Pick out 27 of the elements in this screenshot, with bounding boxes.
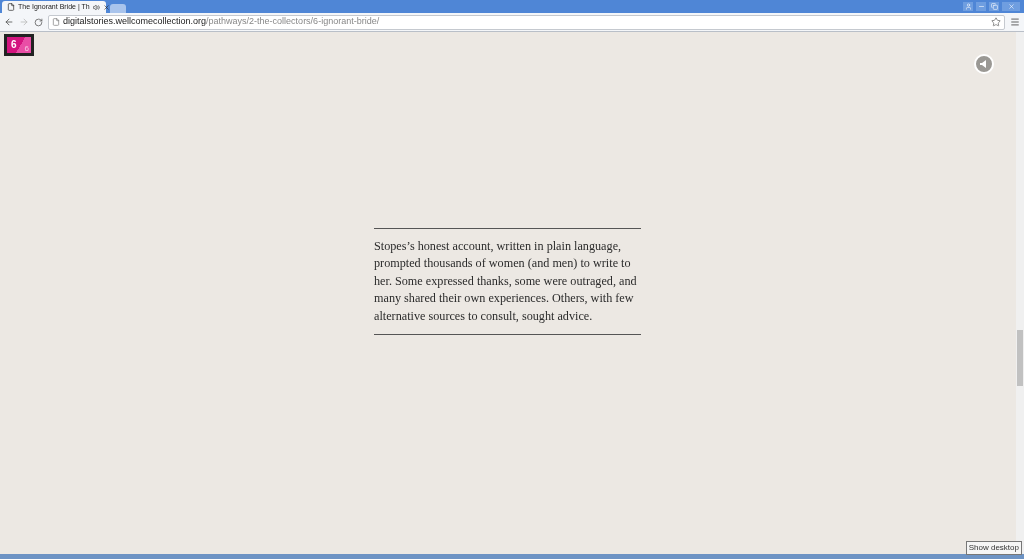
minimize-button[interactable] — [976, 2, 986, 11]
current-page-number: 6 — [10, 38, 17, 52]
close-icon[interactable] — [102, 3, 110, 11]
audio-button[interactable] — [974, 54, 994, 74]
close-window-button[interactable] — [1002, 2, 1020, 11]
restore-icon — [990, 3, 998, 10]
person-icon — [964, 3, 972, 10]
restore-button[interactable] — [989, 2, 999, 11]
reload-icon[interactable] — [34, 17, 43, 27]
url-text: digitalstories.wellcomecollection.org/pathways/2-the-collectors/6-ignorant-bride/ — [63, 15, 380, 29]
speaker-icon — [92, 3, 100, 11]
minimize-icon — [977, 3, 985, 10]
story-paragraph: Stopes’s honest account, written in plain language, prompted thousands of women (and men) to write to her. Some expressed thanks, some were outraged, and many shared their own experiences. Others, with few alternative sources to consult, sought advice. — [374, 238, 638, 325]
profile-button[interactable] — [963, 2, 973, 11]
page-counter-badge[interactable]: 6 6 — [4, 34, 34, 56]
close-icon — [1007, 3, 1015, 10]
page-icon — [52, 18, 60, 26]
speaker-icon — [980, 60, 988, 68]
back-icon[interactable] — [4, 17, 14, 27]
bookmark-star-icon[interactable] — [991, 17, 1001, 27]
address-field[interactable]: digitalstories.wellcomecollection.org/pathways/2-the-collectors/6-ignorant-bride/ — [48, 14, 1005, 30]
scrollbar-thumb[interactable] — [1017, 330, 1023, 386]
forward-icon[interactable] — [19, 17, 29, 27]
total-page-number: 6 — [24, 44, 30, 53]
show-desktop-tooltip: Show desktop — [965, 541, 1022, 555]
page-icon — [7, 3, 15, 11]
menu-icon[interactable] — [1010, 17, 1020, 27]
